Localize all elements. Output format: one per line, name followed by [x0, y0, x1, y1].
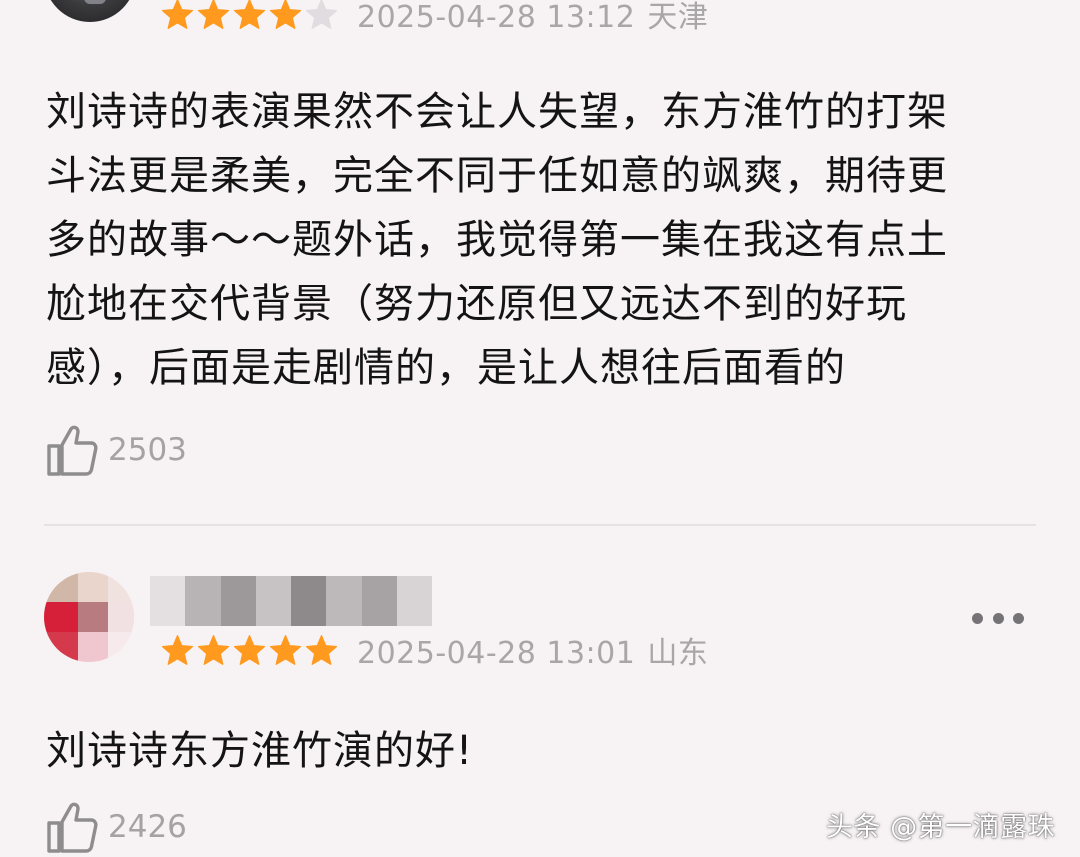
like-count: 2503 — [108, 432, 187, 468]
star-filled-icon — [160, 633, 195, 668]
thumbs-up-icon[interactable] — [46, 423, 98, 477]
review-timestamp: 2025-04-28 13:01 — [357, 636, 636, 671]
rating-stars — [160, 0, 339, 32]
star-filled-icon — [232, 633, 267, 668]
star-filled-icon — [196, 0, 231, 32]
star-filled-icon — [268, 0, 303, 32]
like-button[interactable]: 2426 — [46, 800, 187, 854]
review-meta: 2025-04-28 13:12 天津 — [160, 0, 709, 35]
star-filled-icon — [304, 633, 339, 668]
thumbs-up-icon[interactable] — [46, 800, 98, 854]
user-avatar[interactable] — [44, 0, 136, 22]
watermark: 头条 @第一滴露珠 — [826, 812, 1056, 843]
star-filled-icon — [268, 633, 303, 668]
review-timestamp: 2025-04-28 13:12 — [357, 0, 636, 35]
star-filled-icon — [160, 0, 195, 32]
review-divider — [44, 524, 1036, 526]
star-empty-icon — [304, 0, 339, 32]
like-count: 2426 — [108, 809, 187, 845]
review-location: 山东 — [647, 636, 709, 671]
like-button[interactable]: 2503 — [46, 423, 187, 477]
rating-stars — [160, 633, 339, 668]
more-dots-icon[interactable] — [972, 606, 1024, 630]
review-meta: 2025-04-28 13:01 山东 — [160, 630, 709, 671]
star-filled-icon — [232, 0, 267, 32]
review-text: 刘诗诗的表演果然不会让人失望，东方淮竹的打架 斗法更是柔美，完全不同于任如意的飒… — [46, 89, 948, 391]
star-filled-icon — [196, 633, 231, 668]
user-avatar[interactable] — [44, 572, 134, 662]
review-text: 刘诗诗东方淮竹演的好! — [46, 728, 474, 774]
review-card: 2025-04-28 13:12 天津 刘诗诗的表演果然不会让人失望，东方淮竹的打… — [0, 0, 1080, 520]
username-blurred[interactable] — [150, 576, 432, 626]
review-location: 天津 — [647, 0, 709, 35]
